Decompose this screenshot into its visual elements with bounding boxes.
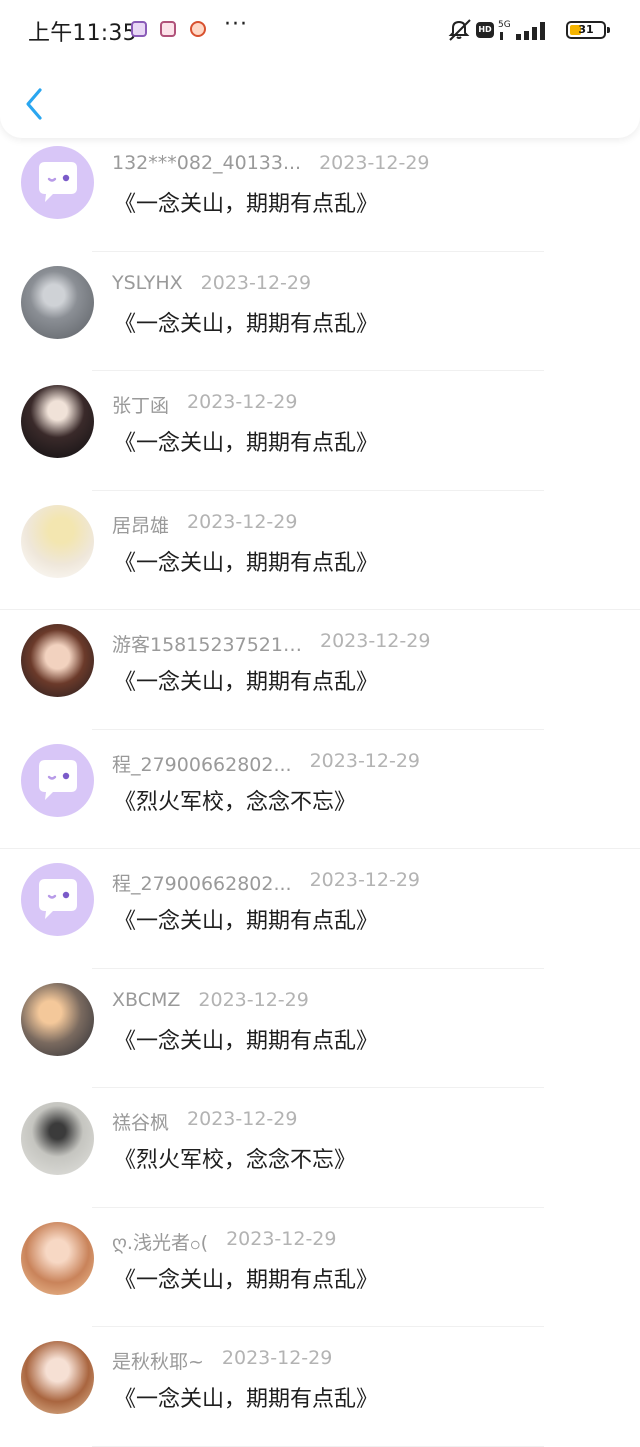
username[interactable]: 是秋秋耶~ <box>112 1347 204 1374</box>
comment-meta: 游客1581523752182 2023-12-29 <box>112 630 430 656</box>
avatar[interactable] <box>21 265 94 339</box>
comment-date: 2023-12-29 <box>187 510 298 533</box>
comment-meta: 程_27900662802... 2023-12-29 <box>112 869 420 895</box>
username[interactable]: 居昂雄 <box>112 511 169 538</box>
hd-badge: HD <box>476 22 494 38</box>
comment-meta: 程_27900662802... 2023-12-29 <box>112 750 420 776</box>
comment-meta: YSLYHX 2023-12-29 <box>112 272 311 298</box>
avatar[interactable] <box>21 1221 94 1295</box>
back-button[interactable] <box>18 84 54 124</box>
comment-date: 2023-12-29 <box>200 271 312 294</box>
chat-bubble-icon <box>39 879 77 919</box>
username[interactable]: YSLYHX <box>112 272 183 294</box>
status-time: 上午11:35 <box>28 21 137 46</box>
comment-date: 2023-12-29 <box>309 869 421 891</box>
comment-meta: XBCMZ 2023-12-29 <box>112 989 309 1015</box>
comment-date: 2023-12-29 <box>320 630 431 652</box>
comment-list: 132***082_40133... 2023-12-29 《一念关山，期期有点乱》… <box>0 132 640 1447</box>
username[interactable]: 游客1581523752182 <box>112 630 302 657</box>
comment-row[interactable]: 居昂雄 2023-12-29 《一念关山，期期有点乱》 <box>0 491 640 610</box>
comment-date: 2023-12-29 <box>226 1227 337 1250</box>
avatar[interactable] <box>21 1341 94 1414</box>
comment-row[interactable]: 132***082_40133... 2023-12-29 《一念关山，期期有点乱》 <box>0 132 640 252</box>
avatar[interactable] <box>21 504 94 578</box>
comment-row[interactable]: YSLYHX 2023-12-29 《一念关山，期期有点乱》 <box>0 252 640 371</box>
status-bar: 上午11:35 ··· HD 5G 31 <box>0 0 640 60</box>
username[interactable]: 132***082_40133... <box>112 152 301 174</box>
comment-row[interactable]: 是秋秋耶~ 2023-12-29 《一念关山，期期有点乱》 <box>0 1327 640 1447</box>
avatar[interactable] <box>21 982 94 1056</box>
chat-bubble-icon <box>39 162 77 202</box>
comment-date: 2023-12-29 <box>198 988 309 1011</box>
comment-row[interactable]: 禚谷枫 2023-12-29 《烈火军校，念念不忘》 <box>0 1088 640 1208</box>
comment-row[interactable]: 程_27900662802... 2023-12-29 《一念关山，期期有点乱》 <box>0 849 640 969</box>
comment-row[interactable]: 张丁函 2023-12-29 《一念关山，期期有点乱》 <box>0 371 640 491</box>
battery-icon: 31 <box>566 21 610 39</box>
comment-text: 《一念关山，期期有点乱》 <box>114 550 379 576</box>
app-notification-icon <box>190 21 206 37</box>
top-bar: 上午11:35 ··· HD 5G 31 <box>0 0 640 138</box>
username[interactable]: 张丁函 <box>112 391 169 418</box>
avatar[interactable] <box>21 385 94 458</box>
avatar[interactable] <box>21 863 94 936</box>
comment-meta: ღ.浅光者ဝ(2023-12-29 <box>112 1228 336 1254</box>
comment-text: 《烈火军校，念念不忘》 <box>114 789 357 815</box>
comment-date: 2023-12-29 <box>309 749 421 772</box>
comment-text: 《一念关山，期期有点乱》 <box>114 192 379 217</box>
comment-text: 《烈火军校，念念不忘》 <box>114 1148 357 1173</box>
battery-level: 31 <box>578 23 594 36</box>
comment-date: 2023-12-29 <box>187 1108 298 1130</box>
comment-date: 2023-12-29 <box>221 1347 333 1369</box>
username[interactable]: 禚谷枫 <box>112 1108 169 1135</box>
comment-row[interactable]: XBCMZ 2023-12-29 《一念关山，期期有点乱》 <box>0 969 640 1088</box>
comment-text: 《一念关山，期期有点乱》 <box>114 1028 379 1054</box>
comment-date: 2023-12-29 <box>187 391 298 413</box>
comment-row[interactable]: 游客1581523752182 2023-12-29 《一念关山，期期有点乱》 <box>0 610 640 730</box>
chat-bubble-icon <box>39 759 77 800</box>
comment-date: 2023-12-29 <box>319 152 430 174</box>
comment-text: 《一念关山，期期有点乱》 <box>114 909 379 934</box>
username[interactable]: 程_27900662802... <box>112 750 292 777</box>
comment-row[interactable]: 程_27900662802... 2023-12-29 《烈火军校，念念不忘》 <box>0 730 640 849</box>
username[interactable]: ღ.浅光者ဝ( <box>112 1228 208 1259</box>
app-notification-icon <box>131 21 147 37</box>
comment-row[interactable]: ღ.浅光者ဝ(2023-12-29 《一念关山，期期有点乱》 <box>0 1208 640 1327</box>
mute-icon <box>448 19 471 41</box>
username[interactable]: XBCMZ <box>112 989 180 1011</box>
avatar[interactable] <box>21 1102 94 1175</box>
comment-text: 《一念关山，期期有点乱》 <box>114 311 379 337</box>
comment-meta: 132***082_40133... 2023-12-29 <box>112 152 430 178</box>
comment-meta: 居昂雄 2023-12-29 <box>112 511 297 537</box>
comment-text: 《一念关山，期期有点乱》 <box>114 670 379 695</box>
status-icons: HD 5G 31 <box>426 18 610 42</box>
comment-text: 《一念关山，期期有点乱》 <box>114 1387 379 1412</box>
comment-meta: 张丁函 2023-12-29 <box>112 391 297 417</box>
comment-text: 《一念关山，期期有点乱》 <box>114 1267 379 1293</box>
comment-meta: 是秋秋耶~ 2023-12-29 <box>112 1347 332 1373</box>
avatar[interactable] <box>21 146 94 219</box>
more-notifications-icon: ··· <box>224 12 248 37</box>
comment-meta: 禚谷枫 2023-12-29 <box>112 1108 297 1134</box>
app-notification-icon <box>160 21 176 37</box>
row-divider <box>92 1445 544 1447</box>
avatar[interactable] <box>21 743 94 817</box>
comment-text: 《一念关山，期期有点乱》 <box>114 431 379 456</box>
svg-text:5G: 5G <box>498 20 511 30</box>
username[interactable]: 程_27900662802... <box>112 869 292 896</box>
signal-icon: 5G <box>498 20 545 40</box>
avatar[interactable] <box>21 624 94 697</box>
